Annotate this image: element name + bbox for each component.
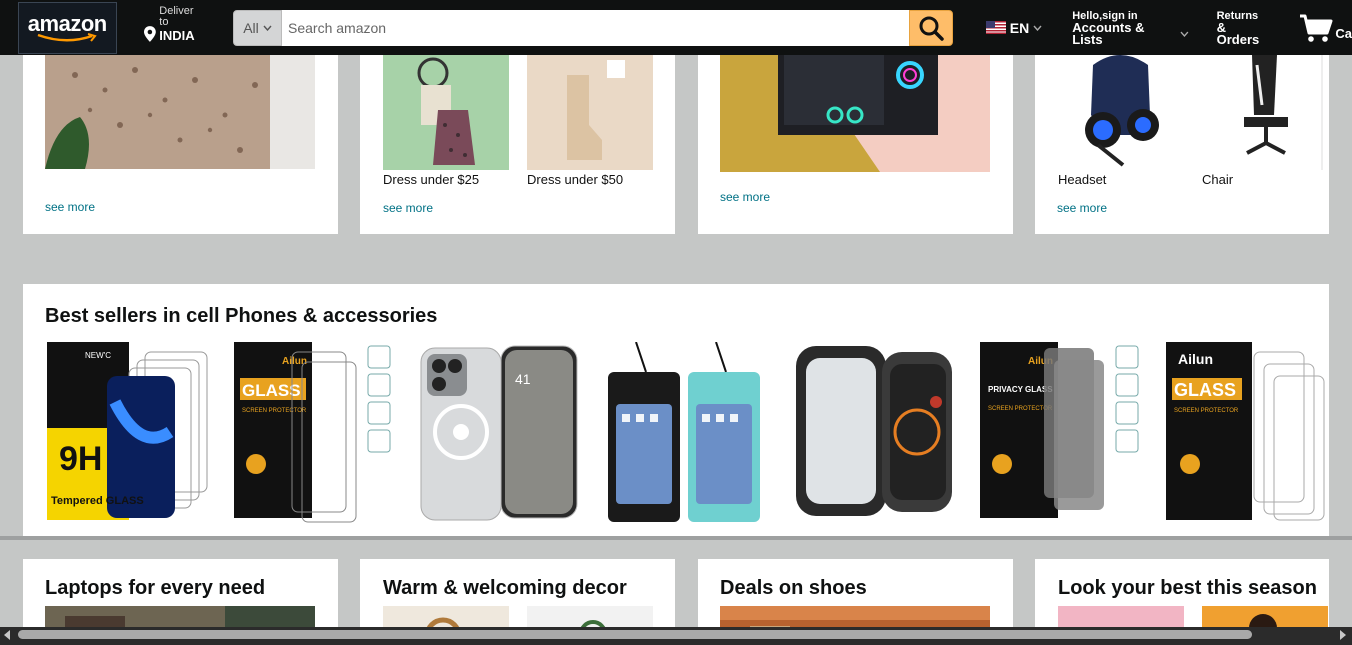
product-ailun-glass[interactable]: GLASS SCREEN PROTECTOR Ailun	[232, 342, 398, 524]
chevron-down-icon	[1180, 31, 1189, 37]
caption-chair[interactable]: Chair	[1202, 172, 1233, 187]
leopard-dress-image[interactable]	[45, 55, 315, 169]
see-more-link[interactable]: see more	[383, 201, 433, 215]
scroll-right-arrow-icon[interactable]	[1340, 630, 1346, 640]
card-title: Deals on shoes	[720, 577, 867, 599]
location-pin-icon	[143, 25, 156, 42]
section-divider	[0, 536, 1352, 540]
bestsellers-title: Best sellers in cell Phones & accessorie…	[45, 305, 438, 327]
us-flag-icon	[985, 21, 1006, 34]
product-sublabel: SCREEN PROTECTOR	[1174, 408, 1239, 414]
top-card-2: Dress under $25 Dress under $50 see more	[360, 55, 675, 234]
product-ailun-glass-3pack[interactable]: Ailun GLASS SCREEN PROTECTOR	[1164, 342, 1330, 524]
horizontal-scrollbar[interactable]	[0, 627, 1352, 645]
product-label: 9H	[59, 440, 102, 478]
language-selector[interactable]: EN	[985, 19, 1042, 36]
product-label: PRIVACY GLASS	[988, 385, 1053, 394]
product-sublabel: Tempered GLASS	[51, 495, 144, 507]
product-brand: Ailun	[1178, 351, 1213, 367]
navbar: amazon Deliver to INDIA All Search amazo…	[0, 0, 1352, 55]
caption-dress-under-50[interactable]: Dress under $50	[527, 172, 623, 187]
headset-image[interactable]	[1058, 55, 1184, 170]
search-input[interactable]	[282, 9, 909, 46]
cart-icon	[1300, 14, 1333, 42]
returns-orders[interactable]: Returns & Orders	[1217, 10, 1272, 46]
product-screen-protector-9h[interactable]: 9H Tempered GLASS NEW'C	[45, 342, 211, 524]
search-icon	[919, 16, 944, 41]
top-card-1: see more	[23, 55, 338, 234]
account-menu[interactable]: Hello,sign in Accounts & Lists	[1072, 10, 1189, 47]
product-clear-magsafe-case[interactable]: 41	[419, 342, 585, 524]
cart-label: Ca	[1335, 25, 1352, 41]
product-label: GLASS	[1174, 380, 1236, 400]
deliver-label: Deliver to	[159, 4, 194, 28]
account-lists-label: Accounts & Lists	[1072, 19, 1145, 47]
caption-dress-under-25[interactable]: Dress under $25	[383, 172, 479, 187]
gaming-pc-image[interactable]	[720, 55, 990, 172]
amazon-logo[interactable]: amazon	[18, 1, 117, 54]
see-more-link[interactable]: see more	[720, 190, 770, 204]
product-ailun-privacy-glass[interactable]: Ailun PRIVACY GLASS SCREEN PROTECTOR	[978, 342, 1144, 524]
product-brand: NEW'C	[85, 351, 111, 360]
deliver-to[interactable]: Deliver to INDIA	[143, 5, 206, 43]
dress-under-25-image[interactable]	[383, 55, 509, 170]
product-waterproof-phone-pouch[interactable]	[606, 342, 772, 524]
chevron-down-icon	[1033, 25, 1042, 31]
product-brand: Ailun	[282, 356, 307, 367]
card-title: Look your best this season	[1058, 577, 1317, 599]
top-card-3: see more	[698, 55, 1013, 234]
card-title: Warm & welcoming decor	[383, 577, 627, 599]
scrollbar-thumb[interactable]	[18, 630, 1252, 639]
search-category-select[interactable]: All	[233, 9, 282, 46]
search-bar: All	[233, 9, 953, 46]
caption-headset[interactable]: Headset	[1058, 172, 1106, 187]
product-watch-case[interactable]	[792, 342, 958, 524]
search-button[interactable]	[908, 9, 953, 46]
orders-label: & Orders	[1216, 19, 1260, 47]
product-sublabel: SCREEN PROTECTOR	[242, 408, 307, 414]
logo-smile-icon	[37, 32, 97, 42]
see-more-link[interactable]: see more	[45, 200, 95, 214]
logo-text: amazon	[27, 10, 107, 36]
top-card-4: Headset Chair see more	[1035, 55, 1329, 234]
product-sublabel: SCREEN PROTECTOR	[988, 406, 1053, 412]
chevron-down-icon	[263, 25, 272, 31]
scroll-left-arrow-icon[interactable]	[4, 630, 10, 640]
see-more-link[interactable]: see more	[1057, 201, 1107, 215]
card-title: Laptops for every need	[45, 577, 266, 599]
svg-text:41: 41	[515, 371, 531, 387]
cart-button[interactable]: Ca	[1299, 13, 1352, 43]
bestsellers-carousel: Best sellers in cell Phones & accessorie…	[23, 284, 1329, 536]
language-code: EN	[1009, 19, 1030, 36]
search-category-value: All	[243, 19, 259, 36]
deliver-location: INDIA	[159, 27, 195, 43]
dress-under-50-image[interactable]	[527, 55, 653, 170]
chair-image[interactable]	[1202, 55, 1328, 170]
